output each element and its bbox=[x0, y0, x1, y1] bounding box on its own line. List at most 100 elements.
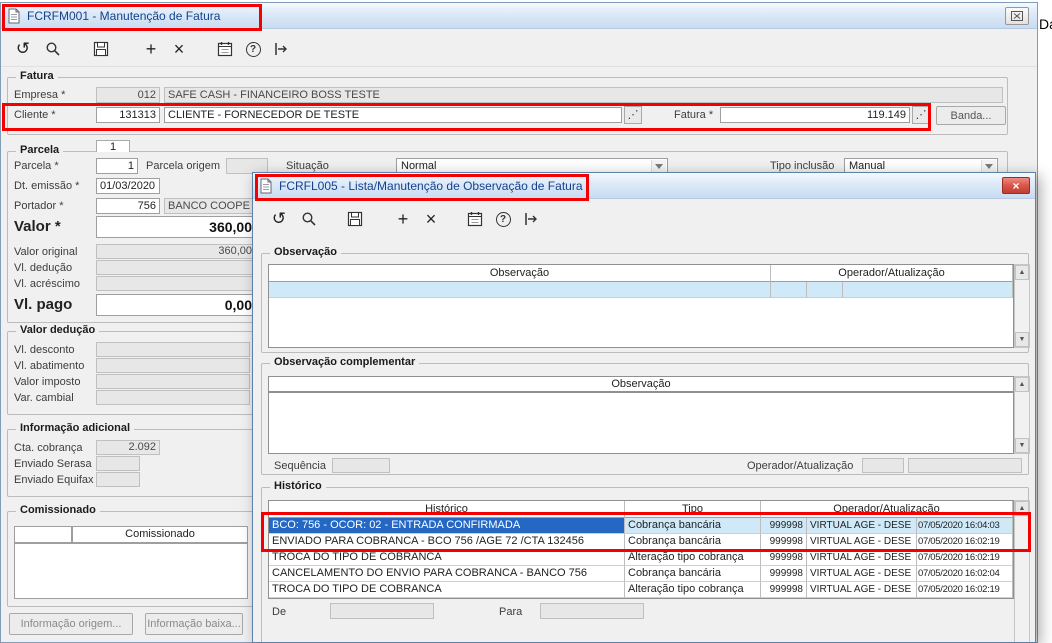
parcela-field[interactable]: 1 bbox=[96, 158, 138, 174]
cliente-lookup-button[interactable]: ⋰ bbox=[624, 106, 642, 124]
calendar-icon[interactable] bbox=[213, 37, 237, 61]
observacao-complementar-textarea[interactable] bbox=[268, 392, 1014, 454]
modal-toolbar: ↺ + × ? bbox=[253, 199, 1035, 237]
operador-code-cell[interactable]: 999998 bbox=[761, 534, 807, 550]
main-toolbar: ↺ + × ? bbox=[1, 29, 1037, 67]
datetime-cell[interactable]: 07/05/2020 16:02:19 bbox=[917, 550, 1013, 566]
help-icon[interactable]: ? bbox=[241, 37, 265, 61]
main-close-button[interactable] bbox=[1005, 7, 1029, 25]
scroll-up-icon[interactable]: ▲ bbox=[1015, 265, 1029, 280]
save-icon[interactable] bbox=[89, 37, 113, 61]
datetime-cell[interactable]: 07/05/2020 16:02:19 bbox=[917, 534, 1013, 550]
observacao-cell[interactable] bbox=[269, 282, 771, 298]
tipo-col-header[interactable]: Tipo bbox=[625, 501, 761, 518]
tipo-cell[interactable]: Cobrança bancária bbox=[625, 518, 761, 534]
banda-button[interactable]: Banda... bbox=[936, 106, 1006, 125]
historico-row[interactable]: ENVIADO PARA COBRANCA - BCO 756 /AGE 72 … bbox=[269, 534, 1013, 550]
datetime-cell[interactable]: 07/05/2020 16:02:19 bbox=[917, 582, 1013, 598]
operador-name-cell[interactable]: VIRTUAL AGE - DESE bbox=[807, 550, 917, 566]
historico-scrollbar[interactable]: ▲ bbox=[1014, 500, 1030, 642]
tipo-cell[interactable]: Alteração tipo cobrança bbox=[625, 550, 761, 566]
scroll-down-icon[interactable]: ▼ bbox=[1015, 332, 1029, 347]
operador-code-cell[interactable] bbox=[771, 282, 807, 298]
operador-code2-cell[interactable] bbox=[807, 282, 843, 298]
delete-icon[interactable]: × bbox=[419, 207, 443, 231]
comissionado-code-cell[interactable] bbox=[14, 526, 72, 543]
vl-abatimento-field bbox=[96, 358, 250, 373]
observacao-complementar-scrollbar[interactable]: ▲ ▼ bbox=[1014, 376, 1030, 454]
cliente-name-field[interactable]: CLIENTE - FORNECEDOR DE TESTE bbox=[164, 107, 622, 123]
dt-emissao-label: Dt. emissão * bbox=[14, 180, 80, 192]
operador-name-cell[interactable]: VIRTUAL AGE - DESE bbox=[807, 534, 917, 550]
vl-pago-field[interactable]: 0,00 bbox=[96, 294, 256, 316]
operador-name-cell[interactable]: VIRTUAL AGE - DESE bbox=[807, 566, 917, 582]
exit-icon[interactable] bbox=[269, 37, 293, 61]
datetime-cell[interactable]: 07/05/2020 16:02:04 bbox=[917, 566, 1013, 582]
historico-row[interactable]: TROCA DO TIPO DE COBRANCA Alteração tipo… bbox=[269, 582, 1013, 598]
operador-code-cell[interactable]: 999998 bbox=[761, 518, 807, 534]
historico-col-header[interactable]: Histórico bbox=[269, 501, 625, 518]
main-titlebar: FCRFM001 - Manutenção de Fatura bbox=[1, 3, 1037, 29]
valor-field[interactable]: 360,00 bbox=[96, 216, 256, 238]
tipo-cell[interactable]: Cobrança bancária bbox=[625, 534, 761, 550]
empresa-label: Empresa * bbox=[14, 89, 66, 101]
add-icon[interactable]: + bbox=[139, 37, 163, 61]
fatura-lookup-button[interactable]: ⋰ bbox=[912, 106, 930, 124]
delete-icon[interactable]: × bbox=[167, 37, 191, 61]
informacao-baixa-button[interactable]: Informação baixa... bbox=[145, 613, 243, 635]
historico-cell[interactable]: ENVIADO PARA COBRANCA - BCO 756 /AGE 72 … bbox=[269, 534, 625, 550]
vl-deducao-field bbox=[96, 260, 256, 275]
comissionado-column-header[interactable]: Comissionado bbox=[72, 526, 248, 543]
undo-icon[interactable]: ↺ bbox=[267, 207, 291, 231]
add-icon[interactable]: + bbox=[391, 207, 415, 231]
datetime-cell[interactable]: 07/05/2020 16:04:03 bbox=[917, 518, 1013, 534]
historico-row[interactable]: TROCA DO TIPO DE COBRANCA Alteração tipo… bbox=[269, 550, 1013, 566]
historico-row-selected[interactable]: BCO: 756 - OCOR: 02 - ENTRADA CONFIRMADA… bbox=[269, 518, 1013, 534]
valor-original-field: 360,00 bbox=[96, 244, 256, 259]
operador-code-cell[interactable]: 999998 bbox=[761, 550, 807, 566]
scroll-up-icon[interactable]: ▲ bbox=[1015, 501, 1029, 516]
help-icon[interactable]: ? bbox=[491, 207, 515, 231]
operador-col-header[interactable]: Operador/Atualização bbox=[761, 501, 1013, 518]
historico-cell[interactable]: BCO: 756 - OCOR: 02 - ENTRADA CONFIRMADA bbox=[269, 518, 625, 534]
scroll-up-icon[interactable]: ▲ bbox=[1015, 377, 1029, 392]
observacao-complementar-header[interactable]: Observação bbox=[268, 376, 1014, 392]
modal-window-title: FCRFL005 - Lista/Manutenção de Observaçã… bbox=[279, 178, 583, 193]
tipo-cell[interactable]: Alteração tipo cobrança bbox=[625, 582, 761, 598]
observacao-scrollbar[interactable]: ▲ ▼ bbox=[1014, 264, 1030, 348]
valor-label: Valor * bbox=[14, 218, 61, 235]
operador-col-header[interactable]: Operador/Atualização bbox=[771, 265, 1013, 282]
parcela-tab-1[interactable]: 1 bbox=[96, 140, 130, 153]
historico-cell[interactable]: CANCELAMENTO DO ENVIO PARA COBRANCA - BA… bbox=[269, 566, 625, 582]
operador-name-cell[interactable]: VIRTUAL AGE - DESE bbox=[807, 582, 917, 598]
calendar-icon[interactable] bbox=[463, 207, 487, 231]
search-icon[interactable] bbox=[297, 207, 321, 231]
valor-deducao-group: Valor dedução Vl. desconto Vl. abatiment… bbox=[7, 324, 254, 415]
fatura-number-field[interactable]: 119.149 bbox=[720, 107, 910, 123]
dt-emissao-field[interactable]: 01/03/2020 bbox=[96, 178, 160, 194]
comissionado-list-body[interactable] bbox=[14, 543, 248, 599]
enviado-equifax-field bbox=[96, 472, 140, 487]
historico-cell[interactable]: TROCA DO TIPO DE COBRANCA bbox=[269, 550, 625, 566]
observacao-col-header[interactable]: Observação bbox=[269, 265, 771, 282]
operador-data-cell[interactable] bbox=[843, 282, 1013, 298]
cliente-code-field[interactable]: 131313 bbox=[96, 107, 160, 123]
operador-name-cell[interactable]: VIRTUAL AGE - DESE bbox=[807, 518, 917, 534]
sequencia-label: Sequência bbox=[274, 460, 326, 472]
historico-cell[interactable]: TROCA DO TIPO DE COBRANCA bbox=[269, 582, 625, 598]
search-icon[interactable] bbox=[41, 37, 65, 61]
operador-code-cell[interactable]: 999998 bbox=[761, 566, 807, 582]
save-icon[interactable] bbox=[343, 207, 367, 231]
tipo-cell[interactable]: Cobrança bancária bbox=[625, 566, 761, 582]
operador-code-cell[interactable]: 999998 bbox=[761, 582, 807, 598]
observacao-row[interactable] bbox=[269, 282, 1013, 298]
informacao-origem-button[interactable]: Informação origem... bbox=[9, 613, 133, 635]
historico-row[interactable]: CANCELAMENTO DO ENVIO PARA COBRANCA - BA… bbox=[269, 566, 1013, 582]
document-icon bbox=[7, 8, 21, 24]
modal-close-button[interactable]: × bbox=[1002, 177, 1030, 194]
scroll-down-icon[interactable]: ▼ bbox=[1015, 438, 1029, 453]
portador-label: Portador * bbox=[14, 200, 64, 212]
portador-code-field[interactable]: 756 bbox=[96, 198, 160, 214]
exit-icon[interactable] bbox=[519, 207, 543, 231]
undo-icon[interactable]: ↺ bbox=[11, 37, 35, 61]
